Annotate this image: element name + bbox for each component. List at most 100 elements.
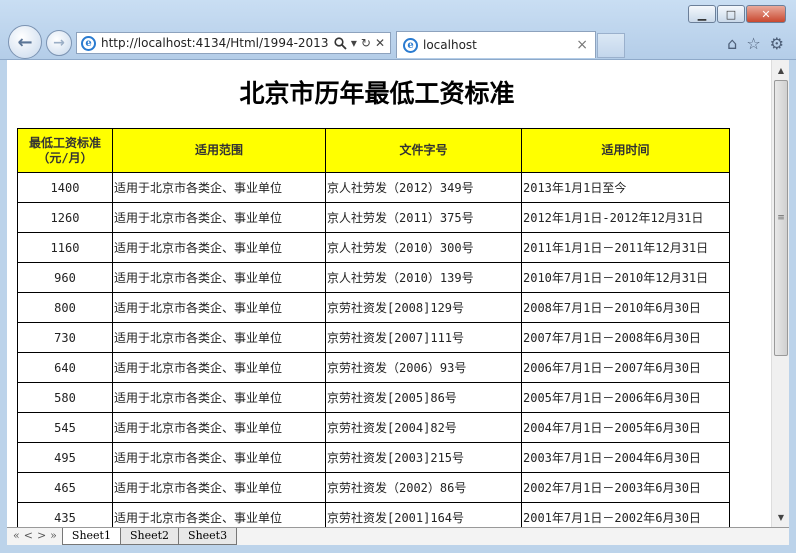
sheet-tab-sheet2[interactable]: Sheet2 <box>119 528 180 545</box>
cell-min-wage: 1260 <box>17 202 113 233</box>
back-arrow-icon: ← <box>17 31 33 53</box>
cell-effective-period: 2008年7月1日－2010年6月30日 <box>521 292 730 323</box>
search-icon[interactable] <box>334 36 347 50</box>
tab-title: localhost <box>423 38 477 52</box>
sheet-navigation: «< >» <box>7 528 63 544</box>
table-row: 1160 适用于北京市各类企、事业单位 京人社劳发（2010）300号 2011年1月… <box>17 232 730 263</box>
table-row: 465 适用于北京市各类企、事业单位 京劳社资发（2002）86号 2002年7月1日… <box>17 472 730 503</box>
first-sheet-button[interactable]: « <box>13 528 20 544</box>
cell-min-wage: 800 <box>17 292 113 323</box>
cell-document-no: 京人社劳发（2010）300号 <box>325 232 522 263</box>
cell-min-wage: 640 <box>17 352 113 383</box>
scroll-down-button[interactable]: ▼ <box>772 509 790 525</box>
sheet-tab-sheet1[interactable]: Sheet1 <box>61 528 121 545</box>
browser-toolbar-icons: ⌂ ☆ ⚙ <box>727 34 784 53</box>
refresh-icon[interactable]: ↻ <box>361 36 371 50</box>
cell-scope: 适用于北京市各类企、事业单位 <box>112 412 326 443</box>
table-row: 580 适用于北京市各类企、事业单位 京劳社资发[2005]86号 2005年7月1日… <box>17 382 730 413</box>
cell-document-no: 京劳社资发[2001]164号 <box>325 502 522 527</box>
ie-page-icon: e <box>81 35 96 51</box>
close-tab-icon[interactable]: × <box>576 37 588 53</box>
cell-scope: 适用于北京市各类企、事业单位 <box>112 232 326 263</box>
cell-document-no: 京劳社资发（2002）86号 <box>325 472 522 503</box>
forward-button[interactable]: → <box>46 30 72 56</box>
cell-document-no: 京劳社资发[2005]86号 <box>325 382 522 413</box>
maximize-button[interactable]: □ <box>717 5 745 23</box>
scroll-up-button[interactable]: ▲ <box>772 62 790 78</box>
browser-titlebar: ▁ □ ✕ ← → e http://localhost:4134/Html/1… <box>0 0 796 60</box>
cell-scope: 适用于北京市各类企、事业单位 <box>112 292 326 323</box>
cell-min-wage: 465 <box>17 472 113 503</box>
back-button[interactable]: ← <box>8 25 42 59</box>
close-window-button[interactable]: ✕ <box>746 5 786 23</box>
cell-effective-period: 2006年7月1日－2007年6月30日 <box>521 352 730 383</box>
forward-arrow-icon: → <box>53 35 65 51</box>
stop-icon[interactable]: ✕ <box>375 36 385 50</box>
table-row: 800 适用于北京市各类企、事业单位 京劳社资发[2008]129号 2008年7月1… <box>17 292 730 323</box>
gear-icon[interactable]: ⚙ <box>770 34 784 53</box>
cell-scope: 适用于北京市各类企、事业单位 <box>112 202 326 233</box>
sheet-tab-sheet3[interactable]: Sheet3 <box>178 528 238 545</box>
table-header-row: 最低工资标准 （元/月） 适用范围 文件字号 适用时间 <box>17 128 730 173</box>
wage-table: 最低工资标准 （元/月） 适用范围 文件字号 适用时间 1400 适用于北京市各类… <box>17 128 730 527</box>
cell-min-wage: 1400 <box>17 172 113 203</box>
cell-scope: 适用于北京市各类企、事业单位 <box>112 472 326 503</box>
cell-scope: 适用于北京市各类企、事业单位 <box>112 352 326 383</box>
scroll-thumb[interactable]: ≡ <box>774 80 788 356</box>
cell-min-wage: 545 <box>17 412 113 443</box>
star-icon[interactable]: ☆ <box>746 34 760 53</box>
address-bar[interactable]: e http://localhost:4134/Html/1994-2013 ▾… <box>76 32 391 54</box>
minimize-button[interactable]: ▁ <box>688 5 716 23</box>
address-url[interactable]: http://localhost:4134/Html/1994-2013 <box>101 36 329 50</box>
table-row: 495 适用于北京市各类企、事业单位 京劳社资发[2003]215号 2003年7月1… <box>17 442 730 473</box>
sheet-tabs: Sheet1 Sheet2 Sheet3 <box>61 528 238 545</box>
sheet-tab-bar: «< >» Sheet1 Sheet2 Sheet3 <box>7 527 789 545</box>
page-content: 北京市历年最低工资标准 最低工资标准 （元/月） 适用范围 文件字号 适用时间 … <box>7 60 771 527</box>
vertical-scrollbar[interactable]: ▲ ≡ ▼ <box>771 60 789 527</box>
header-min-wage-label: 最低工资标准 （元/月） <box>28 135 101 165</box>
window-controls: ▁ □ ✕ <box>687 5 786 23</box>
cell-effective-period: 2001年7月1日－2002年6月30日 <box>521 502 730 527</box>
cell-effective-period: 2003年7月1日－2004年6月30日 <box>521 442 730 473</box>
next-sheet-button[interactable]: > <box>37 528 46 544</box>
cell-effective-period: 2005年7月1日－2006年6月30日 <box>521 382 730 413</box>
cell-document-no: 京劳社资发[2004]82号 <box>325 412 522 443</box>
dropdown-icon[interactable]: ▾ <box>351 36 357 50</box>
header-scope: 适用范围 <box>112 128 326 173</box>
address-tools: ▾ ↻ ✕ <box>329 36 390 50</box>
last-sheet-button[interactable]: » <box>50 528 57 544</box>
cell-document-no: 京人社劳发（2012）349号 <box>325 172 522 203</box>
cell-scope: 适用于北京市各类企、事业单位 <box>112 382 326 413</box>
cell-effective-period: 2002年7月1日－2003年6月30日 <box>521 472 730 503</box>
cell-document-no: 京劳社资发[2007]111号 <box>325 322 522 353</box>
cell-document-no: 京人社劳发（2011）375号 <box>325 202 522 233</box>
home-icon[interactable]: ⌂ <box>727 34 737 53</box>
table-body: 1400 适用于北京市各类企、事业单位 京人社劳发（2012）349号 2013年1月… <box>17 172 730 527</box>
prev-sheet-button[interactable]: < <box>24 528 33 544</box>
table-row: 545 适用于北京市各类企、事业单位 京劳社资发[2004]82号 2004年7月1日… <box>17 412 730 443</box>
header-document-no: 文件字号 <box>325 128 522 173</box>
table-row: 435 适用于北京市各类企、事业单位 京劳社资发[2001]164号 2001年7月1… <box>17 502 730 527</box>
new-tab-button[interactable] <box>597 33 625 58</box>
cell-scope: 适用于北京市各类企、事业单位 <box>112 322 326 353</box>
table-row: 1260 适用于北京市各类企、事业单位 京人社劳发（2011）375号 2012年1月… <box>17 202 730 233</box>
cell-min-wage: 960 <box>17 262 113 293</box>
cell-effective-period: 2011年1月1日－2011年12月31日 <box>521 232 730 263</box>
cell-scope: 适用于北京市各类企、事业单位 <box>112 442 326 473</box>
cell-effective-period: 2013年1月1日至今 <box>521 172 730 203</box>
table-row: 1400 适用于北京市各类企、事业单位 京人社劳发（2012）349号 2013年1月… <box>17 172 730 203</box>
header-effective-period: 适用时间 <box>521 128 730 173</box>
table-row: 640 适用于北京市各类企、事业单位 京劳社资发（2006）93号 2006年7月1日… <box>17 352 730 383</box>
cell-min-wage: 730 <box>17 322 113 353</box>
header-min-wage: 最低工资标准 （元/月） <box>17 128 113 173</box>
cell-document-no: 京劳社资发（2006）93号 <box>325 352 522 383</box>
cell-effective-period: 2007年7月1日－2008年6月30日 <box>521 322 730 353</box>
cell-scope: 适用于北京市各类企、事业单位 <box>112 172 326 203</box>
cell-effective-period: 2004年7月1日－2005年6月30日 <box>521 412 730 443</box>
cell-scope: 适用于北京市各类企、事业单位 <box>112 262 326 293</box>
cell-min-wage: 495 <box>17 442 113 473</box>
cell-effective-period: 2012年1月1日-2012年12月31日 <box>521 202 730 233</box>
browser-tab-localhost[interactable]: e localhost × <box>396 31 596 58</box>
cell-effective-period: 2010年7月1日－2010年12月31日 <box>521 262 730 293</box>
cell-min-wage: 435 <box>17 502 113 527</box>
